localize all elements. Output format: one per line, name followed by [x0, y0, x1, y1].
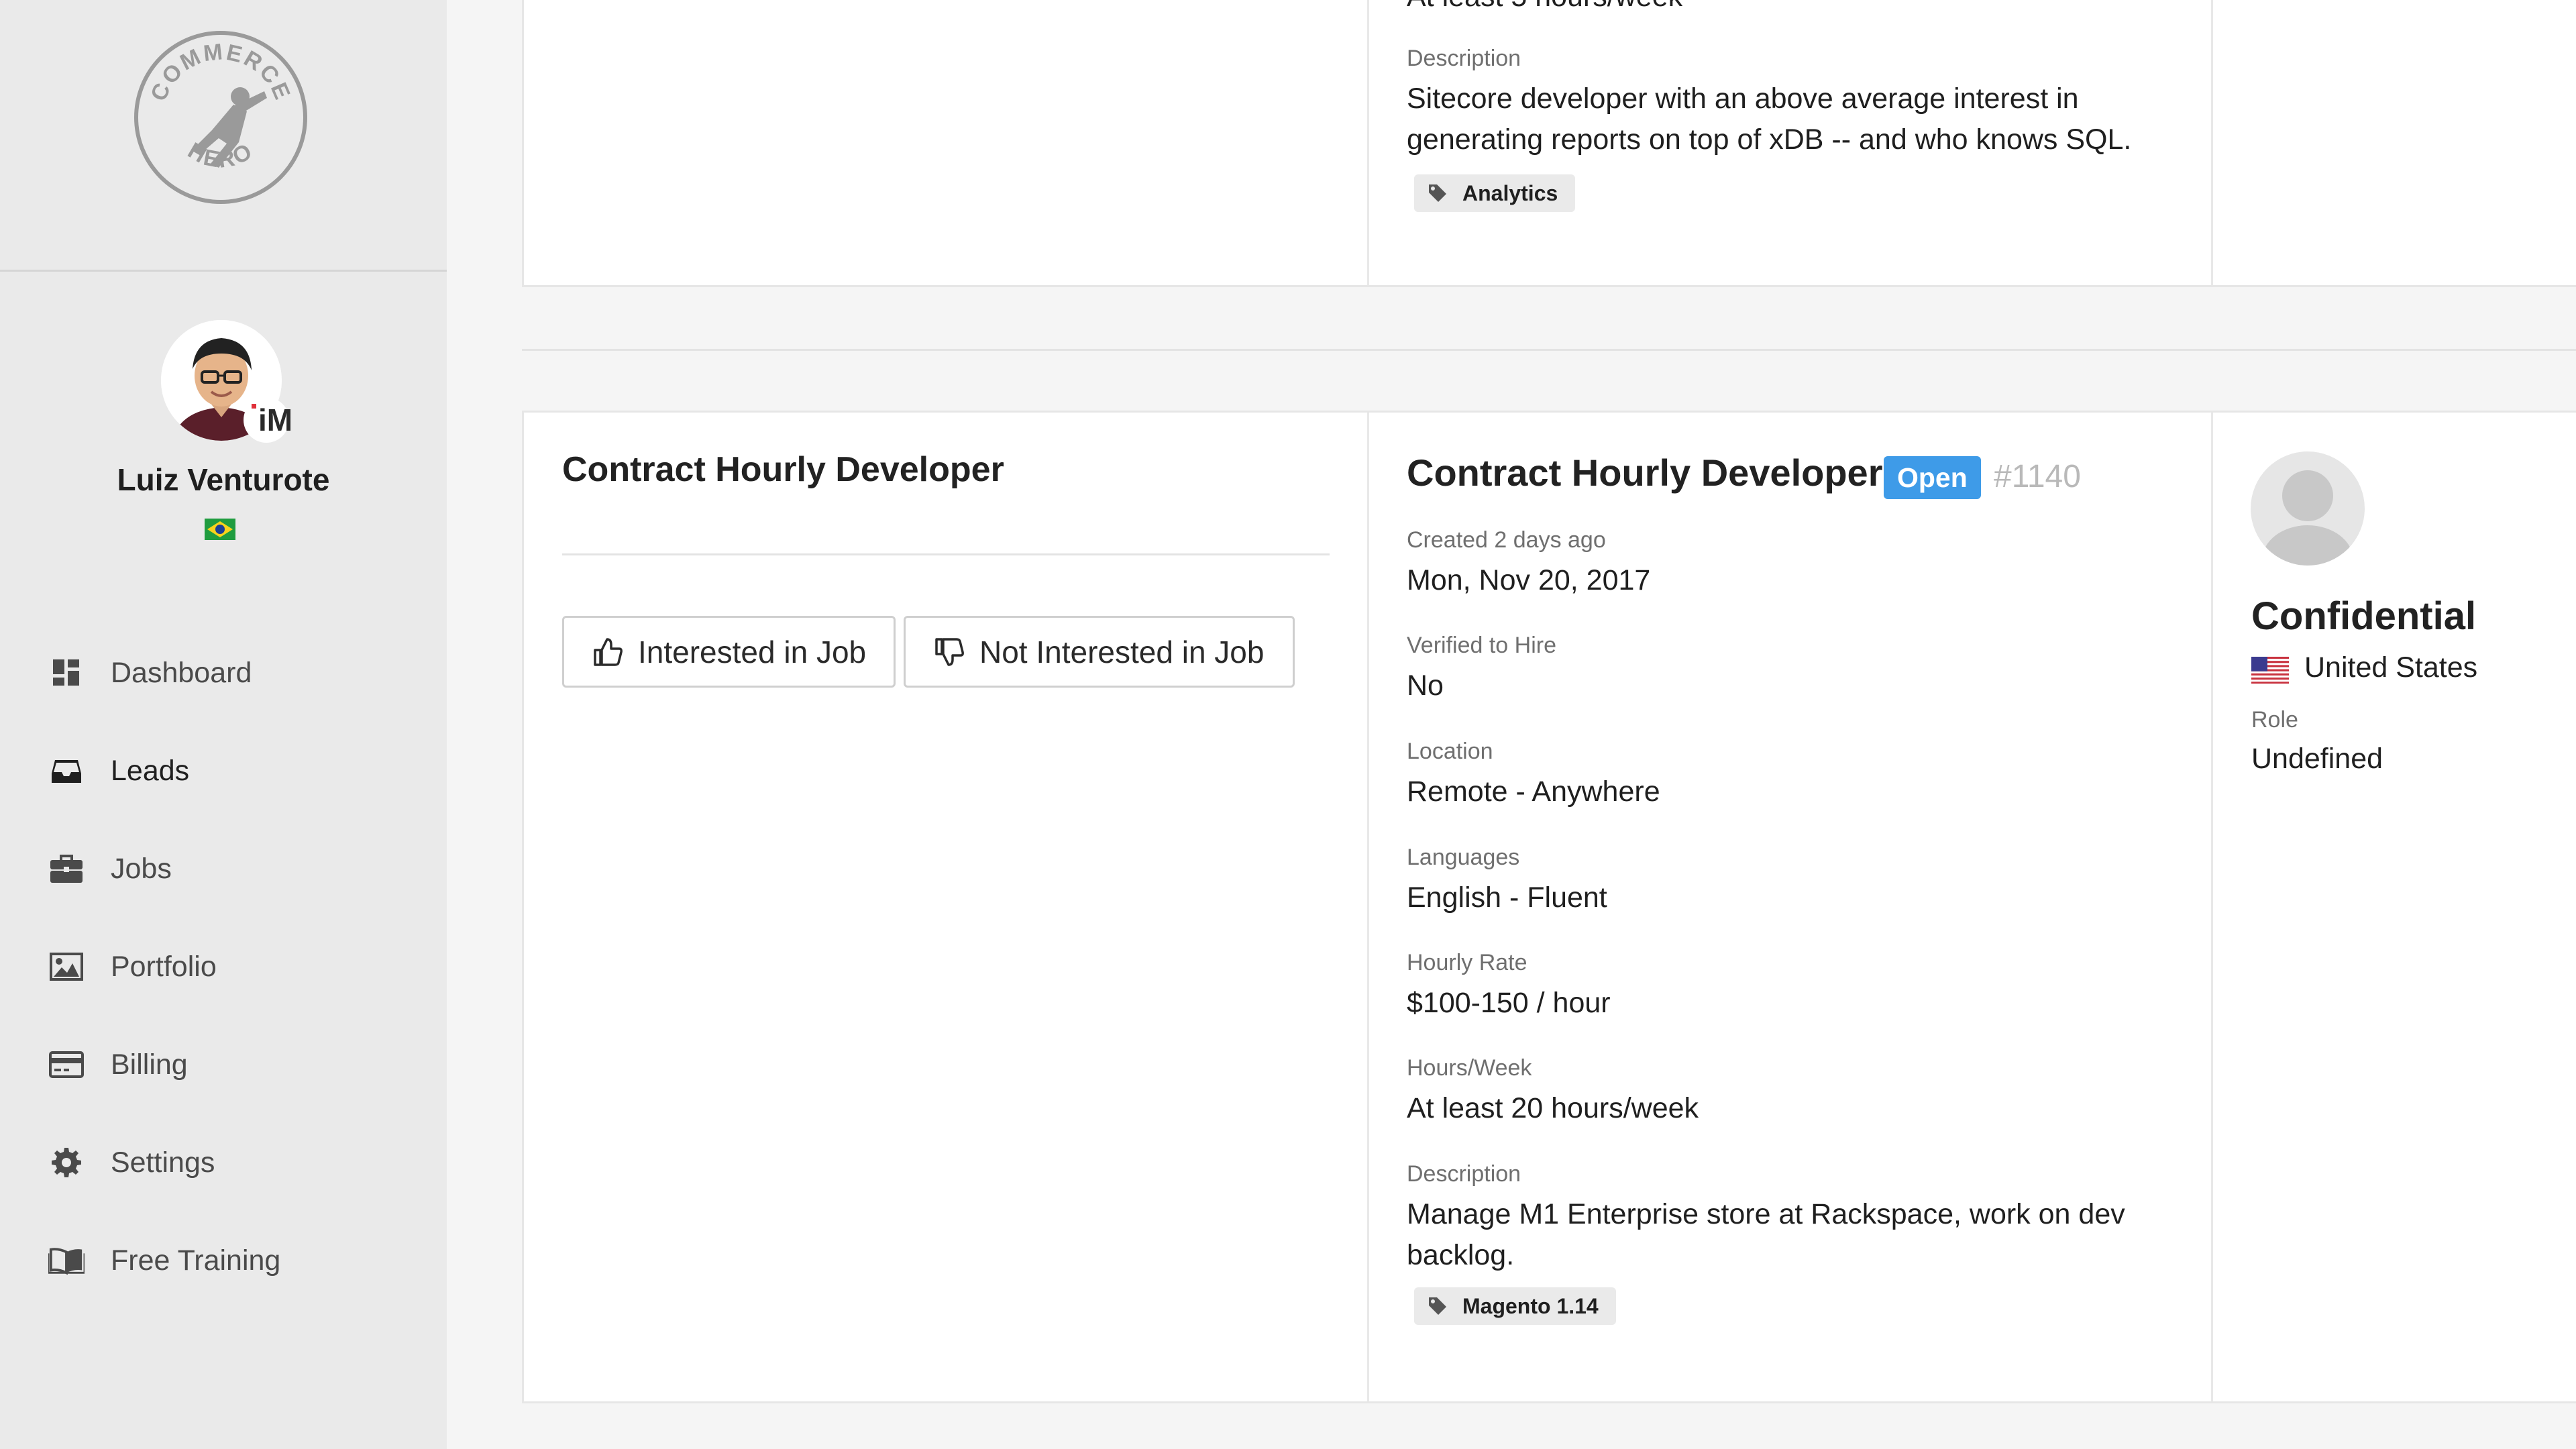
- avatar-badge: iM: [258, 402, 292, 437]
- sidebar-item-portfolio[interactable]: Portfolio: [0, 918, 447, 1016]
- commerce-hero-logo[interactable]: COMMERCE HERO: [133, 30, 309, 205]
- job-id: #1140: [1994, 459, 2081, 494]
- brazil-flag-icon: [205, 519, 235, 540]
- job-card-title: Contract Hourly Developer: [562, 450, 1004, 489]
- us-flag-icon: [2251, 657, 2289, 684]
- user-avatar[interactable]: iM: [158, 317, 299, 451]
- logo-area: COMMERCE HERO: [0, 0, 447, 272]
- sidebar-nav: Dashboard Leads Jobs Portfolio Billing S…: [0, 624, 447, 1309]
- skill-tag-label: Magento 1.14: [1462, 1293, 1599, 1318]
- column-divider: [2211, 0, 2213, 285]
- inbox-icon: [48, 754, 85, 788]
- hourly-rate-label: Hourly Rate: [1407, 950, 1527, 975]
- previous-hours-value: At least 5 hours/week: [1407, 0, 1682, 17]
- hourly-rate-value: $100-150 / hour: [1407, 987, 1611, 1019]
- not-interested-label: Not Interested in Job: [979, 634, 1265, 669]
- image-icon: [48, 950, 85, 983]
- sidebar-item-leads[interactable]: Leads: [0, 722, 447, 820]
- previous-description-line2: generating reports on top of xDB -- and …: [1407, 123, 2132, 156]
- sidebar-item-settings[interactable]: Settings: [0, 1114, 447, 1212]
- description-line1: Manage M1 Enterprise store at Rackspace,…: [1407, 1198, 2125, 1230]
- sidebar-item-billing[interactable]: Billing: [0, 1016, 447, 1114]
- column-divider: [2211, 413, 2213, 1401]
- user-name: Luiz Venturote: [117, 462, 330, 497]
- status-badge: Open: [1884, 456, 1981, 499]
- tag-icon: [1429, 1297, 1446, 1315]
- column-divider: [1367, 0, 1369, 285]
- client-country: United States: [2304, 651, 2478, 684]
- client-name: Confidential: [2251, 594, 2477, 638]
- sidebar-item-free-training[interactable]: Free Training: [0, 1212, 447, 1309]
- sidebar-item-jobs[interactable]: Jobs: [0, 820, 447, 918]
- languages-label: Languages: [1407, 845, 1520, 870]
- previous-description-label: Description: [1407, 46, 1521, 71]
- languages-value: English - Fluent: [1407, 881, 1607, 914]
- verified-label: Verified to Hire: [1407, 633, 1556, 658]
- previous-description-line1: Sitecore developer with an above average…: [1407, 83, 2079, 115]
- sidebar-item-label: Free Training: [111, 1244, 281, 1277]
- location-label: Location: [1407, 739, 1493, 764]
- sidebar-item-label: Leads: [111, 754, 190, 787]
- skill-tag-label: Analytics: [1462, 180, 1558, 205]
- card-separator: [522, 349, 2576, 351]
- not-interested-in-job-button[interactable]: Not Interested in Job: [904, 616, 1295, 688]
- interested-in-job-button[interactable]: Interested in Job: [562, 616, 896, 688]
- role-label: Role: [2251, 707, 2298, 733]
- title-divider: [562, 553, 1330, 555]
- description-line2: backlog.: [1407, 1239, 1515, 1271]
- job-title: Contract Hourly Developer: [1407, 451, 1883, 494]
- dashboard-icon: [48, 656, 85, 690]
- hours-week-label: Hours/Week: [1407, 1055, 1532, 1081]
- thumbs-down-icon: [935, 637, 964, 666]
- credit-card-icon: [48, 1048, 85, 1081]
- briefcase-icon: [48, 852, 85, 885]
- skill-tag[interactable]: Magento 1.14: [1414, 1287, 1616, 1325]
- created-value: Mon, Nov 20, 2017: [1407, 564, 1651, 596]
- hours-week-value: At least 20 hours/week: [1407, 1092, 1699, 1124]
- sidebar-item-label: Dashboard: [111, 656, 252, 689]
- thumbs-up-icon: [594, 637, 623, 666]
- column-divider: [1367, 413, 1369, 1401]
- client-avatar-icon: [2251, 451, 2365, 566]
- sidebar-item-label: Settings: [111, 1146, 215, 1179]
- tag-icon: [1429, 184, 1446, 202]
- sidebar: COMMERCE HERO iM Luiz Venturote Dashboar…: [0, 0, 447, 1449]
- skill-tag[interactable]: Analytics: [1414, 174, 1576, 212]
- location-value: Remote - Anywhere: [1407, 775, 1660, 808]
- created-label: Created 2 days ago: [1407, 527, 1606, 553]
- sidebar-item-dashboard[interactable]: Dashboard: [0, 624, 447, 722]
- description-label: Description: [1407, 1161, 1521, 1187]
- sidebar-item-label: Billing: [111, 1048, 188, 1081]
- interested-label: Interested in Job: [638, 634, 867, 669]
- gear-icon: [48, 1146, 85, 1179]
- role-value: Undefined: [2251, 743, 2383, 775]
- verified-value: No: [1407, 669, 1444, 702]
- sidebar-item-label: Jobs: [111, 852, 172, 885]
- sidebar-item-label: Portfolio: [111, 950, 217, 983]
- book-icon: [48, 1244, 85, 1277]
